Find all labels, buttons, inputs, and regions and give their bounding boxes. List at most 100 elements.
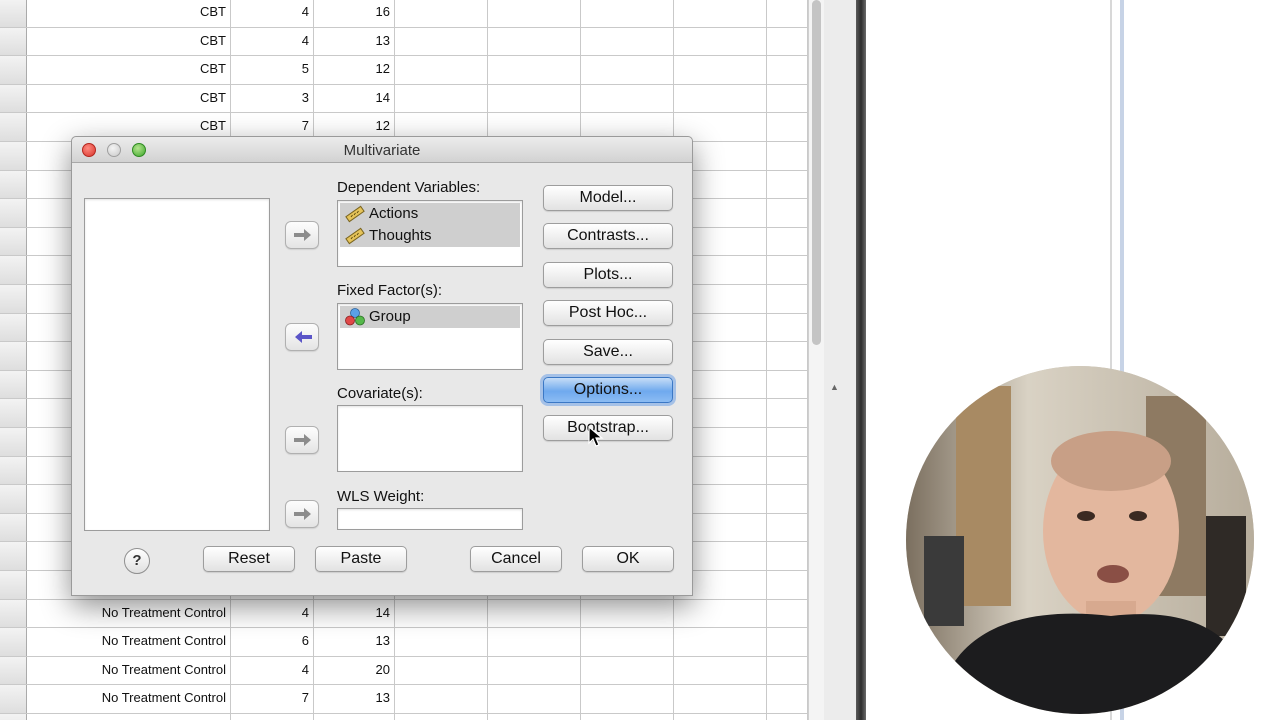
table-cell[interactable] [674,714,767,720]
table-cell[interactable] [674,628,767,656]
table-cell[interactable]: 13 [314,27,395,56]
table-cell[interactable] [581,714,674,720]
bootstrap-button[interactable]: Bootstrap... [543,415,673,441]
ok-button[interactable]: OK [582,546,674,572]
table-cell[interactable]: No Treatment Control [27,656,231,685]
table-cell[interactable] [488,56,581,84]
row-header[interactable] [0,84,27,113]
table-cell[interactable] [767,456,808,485]
table-cell[interactable] [767,399,808,427]
table-cell[interactable] [395,599,488,628]
covariates-list[interactable] [337,405,523,472]
table-cell[interactable] [488,685,581,713]
table-cell[interactable] [767,370,808,399]
table-cell[interactable] [581,84,674,113]
table-cell[interactable] [767,227,808,256]
row-header[interactable] [0,599,27,628]
table-cell[interactable] [767,542,808,570]
row-header[interactable] [0,0,27,27]
table-cell[interactable] [581,599,674,628]
table-cell[interactable]: CBT [27,0,231,27]
table-cell[interactable] [767,199,808,227]
table-cell[interactable] [488,656,581,685]
table-cell[interactable]: 13 [314,628,395,656]
table-cell[interactable] [767,0,808,27]
table-cell[interactable]: No Treatment Control [27,628,231,656]
table-cell[interactable] [488,599,581,628]
table-cell[interactable] [674,56,767,84]
table-cell[interactable] [767,142,808,170]
table-cell[interactable] [488,0,581,27]
contrasts-button[interactable]: Contrasts... [543,223,673,249]
plots-button[interactable]: Plots... [543,262,673,288]
table-cell[interactable]: 14 [314,599,395,628]
table-cell[interactable]: 4 [231,27,314,56]
table-cell[interactable] [767,84,808,113]
table-cell[interactable] [581,628,674,656]
table-cell[interactable] [674,84,767,113]
table-cell[interactable]: CBT [27,56,231,84]
dialog-titlebar[interactable]: Multivariate [72,137,692,163]
save-button[interactable]: Save... [543,339,673,365]
row-header[interactable] [0,285,27,313]
row-header[interactable] [0,56,27,84]
move-to-wls-weight-button[interactable] [285,500,319,528]
table-cell[interactable] [674,0,767,27]
row-header[interactable] [0,542,27,570]
table-cell[interactable] [581,27,674,56]
table-cell[interactable] [767,256,808,284]
row-header[interactable] [0,170,27,199]
help-button[interactable]: ? [124,548,150,574]
table-cell[interactable] [674,685,767,713]
table-cell[interactable]: 14 [314,84,395,113]
table-cell[interactable] [581,0,674,27]
table-cell[interactable] [767,628,808,656]
table-cell[interactable] [395,56,488,84]
table-cell[interactable] [314,714,395,720]
table-cell[interactable] [395,714,488,720]
table-cell[interactable] [767,485,808,513]
table-cell[interactable]: No Treatment Control [27,685,231,713]
table-cell[interactable] [488,714,581,720]
row-header[interactable] [0,685,27,713]
row-header[interactable] [0,227,27,256]
table-cell[interactable]: 4 [231,599,314,628]
row-header[interactable] [0,628,27,656]
table-cell[interactable] [395,656,488,685]
table-cell[interactable] [395,685,488,713]
table-cell[interactable] [767,342,808,370]
table-cell[interactable]: 13 [314,685,395,713]
table-cell[interactable] [767,428,808,456]
table-cell[interactable]: No Treatment Control [27,714,231,720]
table-cell[interactable] [674,27,767,56]
cancel-button[interactable]: Cancel [470,546,562,572]
table-cell[interactable] [767,313,808,342]
row-header[interactable] [0,27,27,56]
table-cell[interactable]: 12 [314,56,395,84]
options-button[interactable]: Options... [543,377,673,403]
move-to-covariate-button[interactable] [285,426,319,454]
row-header[interactable] [0,199,27,227]
table-cell[interactable] [767,113,808,141]
table-cell[interactable]: 16 [314,0,395,27]
table-cell[interactable]: 6 [231,628,314,656]
table-cell[interactable] [581,685,674,713]
fixed-item-group[interactable]: Group [340,306,520,328]
post-hoc-button[interactable]: Post Hoc... [543,300,673,326]
row-header[interactable] [0,399,27,427]
dependent-item-thoughts[interactable]: Thoughts [340,225,520,247]
row-header[interactable] [0,370,27,399]
row-header[interactable] [0,113,27,141]
dependent-item-actions[interactable]: Actions [340,203,520,225]
table-cell[interactable] [767,170,808,199]
row-header[interactable] [0,571,27,599]
table-cell[interactable]: CBT [27,27,231,56]
row-header[interactable] [0,656,27,685]
table-cell[interactable] [767,656,808,685]
table-cell[interactable] [395,0,488,27]
move-to-fixed-factor-button[interactable] [285,323,319,351]
fixed-factors-list[interactable]: Group [337,303,523,370]
dependent-variables-list[interactable]: Actions Thoughts [337,200,523,267]
model-button[interactable]: Model... [543,185,673,211]
row-header[interactable] [0,456,27,485]
